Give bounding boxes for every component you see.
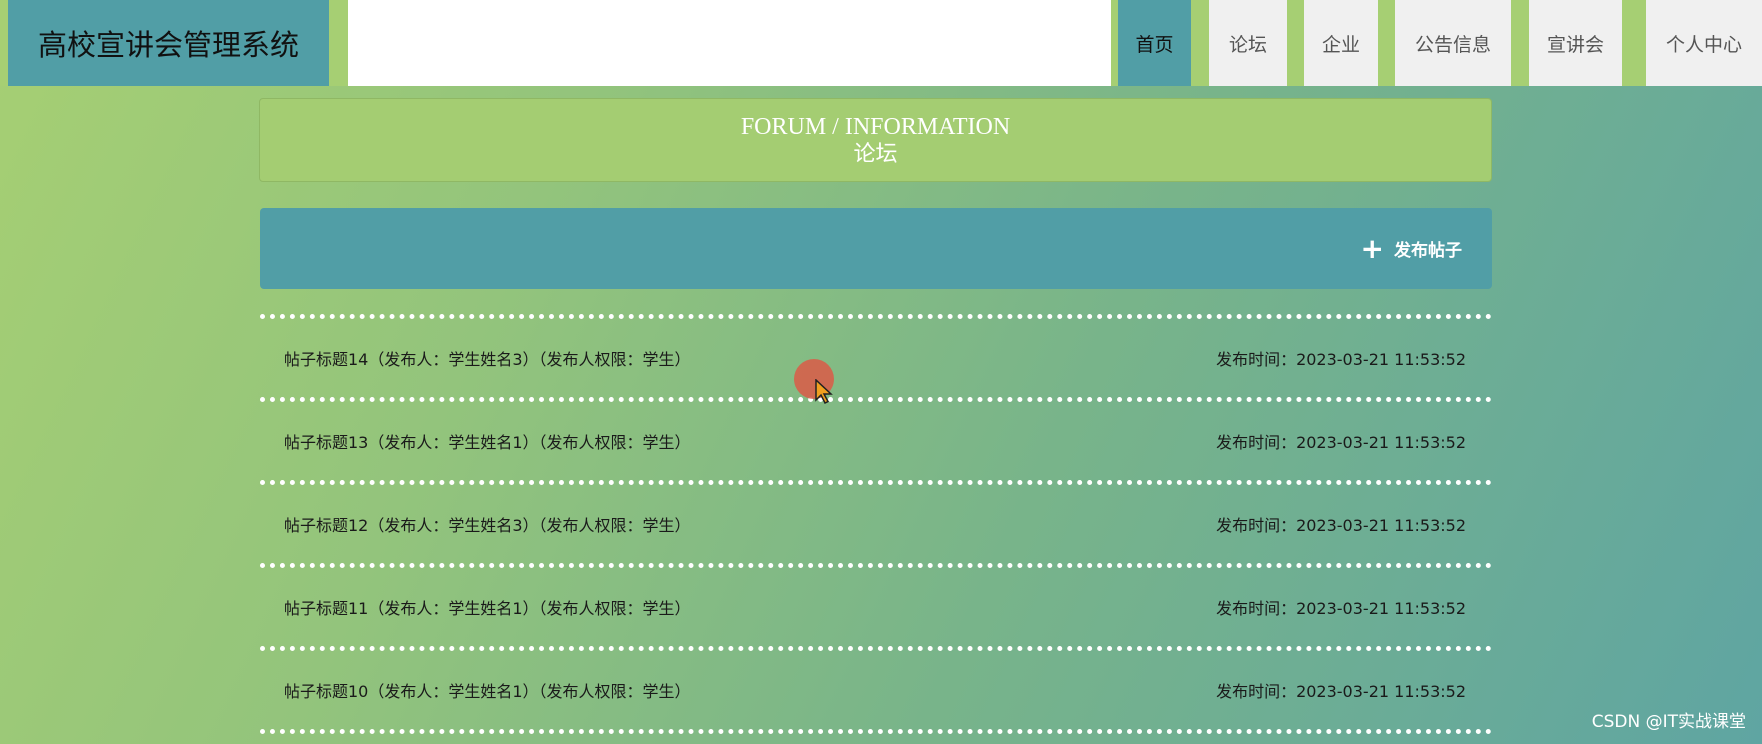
list-item[interactable]: 帖子标题13（发布人：学生姓名1）（发布人权限：学生） 发布时间：2023-03… <box>260 402 1492 480</box>
post-title[interactable]: 帖子标题10（发布人：学生姓名1）（发布人权限：学生） <box>284 678 691 702</box>
app-title: 高校宣讲会管理系统 <box>8 0 329 86</box>
post-list: 帖子标题14（发布人：学生姓名3）（发布人权限：学生） 发布时间：2023-03… <box>260 314 1492 734</box>
nav-company[interactable]: 企业 <box>1304 0 1378 86</box>
banner-title-en: FORUM / INFORMATION <box>740 114 1011 140</box>
divider <box>260 729 1492 734</box>
list-item[interactable]: 帖子标题12（发布人：学生姓名3）（发布人权限：学生） 发布时间：2023-03… <box>260 485 1492 563</box>
post-time: 发布时间：2023-03-21 11:53:52 <box>1216 599 1466 618</box>
list-item[interactable]: 帖子标题10（发布人：学生姓名1）（发布人权限：学生） 发布时间：2023-03… <box>260 651 1492 729</box>
post-title[interactable]: 帖子标题12（发布人：学生姓名3）（发布人权限：学生） <box>284 512 691 536</box>
post-time: 发布时间：2023-03-21 11:53:52 <box>1216 516 1466 535</box>
nav-forum[interactable]: 论坛 <box>1209 0 1287 86</box>
new-post-label: 发布帖子 <box>1394 241 1462 261</box>
forum-toolbar: + 发布帖子 <box>260 208 1492 289</box>
post-time: 发布时间：2023-03-21 11:53:52 <box>1216 682 1466 701</box>
post-time: 发布时间：2023-03-21 11:53:52 <box>1216 433 1466 452</box>
list-item[interactable]: 帖子标题14（发布人：学生姓名3）（发布人权限：学生） 发布时间：2023-03… <box>260 319 1492 397</box>
post-title[interactable]: 帖子标题14（发布人：学生姓名3）（发布人权限：学生） <box>284 346 691 370</box>
list-item[interactable]: 帖子标题11（发布人：学生姓名1）（发布人权限：学生） 发布时间：2023-03… <box>260 568 1492 646</box>
plus-icon: + <box>1360 231 1384 265</box>
post-title[interactable]: 帖子标题11（发布人：学生姓名1）（发布人权限：学生） <box>284 595 691 619</box>
new-post-button[interactable]: + 发布帖子 <box>1361 208 1462 289</box>
forum-banner: FORUM / INFORMATION 论坛 <box>259 98 1492 182</box>
nav-presentations[interactable]: 宣讲会 <box>1529 0 1622 86</box>
mouse-cursor-icon <box>815 379 833 405</box>
nav-announcements[interactable]: 公告信息 <box>1395 0 1511 86</box>
banner-title-cn: 论坛 <box>853 142 898 167</box>
watermark: CSDN @IT实战课堂 <box>1591 712 1746 732</box>
nav-personal-center[interactable]: 个人中心 <box>1646 0 1762 86</box>
top-header: 高校宣讲会管理系统 首页 论坛 企业 公告信息 宣讲会 个人中心 <box>0 0 1762 86</box>
post-time: 发布时间：2023-03-21 11:53:52 <box>1216 350 1466 369</box>
post-title[interactable]: 帖子标题13（发布人：学生姓名1）（发布人权限：学生） <box>284 429 691 453</box>
header-search-area <box>348 0 1111 86</box>
nav-home[interactable]: 首页 <box>1118 0 1191 86</box>
